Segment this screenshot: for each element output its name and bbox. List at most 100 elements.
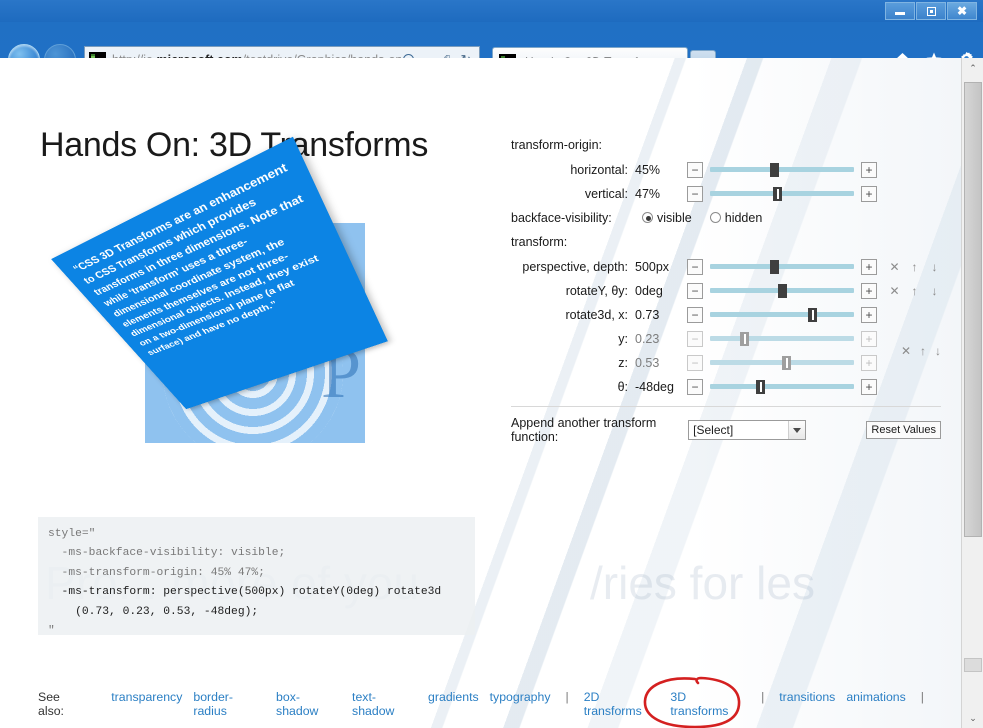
slider-thumb[interactable] — [770, 259, 779, 274]
remove-rotate3d-icon[interactable]: ✕ — [901, 344, 911, 358]
radio-hidden[interactable]: hidden — [709, 210, 763, 225]
move-up-rotate3d-icon[interactable]: ↑ — [920, 344, 926, 358]
chevron-down-icon[interactable] — [788, 421, 806, 439]
increment-rotate3d-theta-button[interactable]: + — [861, 378, 877, 395]
slider-rotate3d-y[interactable] — [710, 331, 854, 347]
slider-rotate3d-x[interactable] — [710, 307, 854, 323]
label-backface-visibility: backface-visibility: — [511, 210, 612, 225]
move-down-rotate3d-icon[interactable]: ↓ — [935, 344, 941, 358]
link-typography[interactable]: typography — [490, 690, 551, 704]
code-line-5: (0.73, 0.23, 0.53, -48deg); — [48, 605, 259, 618]
move-down-perspective-icon[interactable]: ↓ — [929, 261, 940, 273]
minimize-button[interactable] — [885, 2, 915, 20]
decrement-rotate3d-z-button[interactable]: − — [687, 354, 703, 371]
value-rotate3d-y: 0.23 — [635, 331, 660, 346]
slider-thumb[interactable] — [740, 331, 749, 346]
decrement-rotate3d-x-button[interactable]: − — [687, 306, 703, 323]
append-transform-selected-value: [Select] — [693, 423, 734, 437]
slider-track — [710, 191, 854, 196]
code-line-3: -ms-transform-origin: 45% 47%; — [48, 566, 265, 579]
minimize-icon — [895, 12, 905, 15]
increment-vertical-button[interactable]: + — [861, 185, 877, 202]
code-line-4: -ms-transform: perspective(500px) rotate… — [48, 586, 442, 599]
link-2d-transforms[interactable]: 2D transforms — [584, 690, 660, 718]
radio-visible[interactable]: visible — [642, 211, 692, 225]
increment-perspective-button[interactable]: + — [861, 258, 877, 275]
move-up-rotatey-icon[interactable]: ↑ — [909, 285, 920, 297]
window-titlebar: ✖ — [0, 0, 983, 22]
slider-thumb[interactable] — [782, 355, 791, 370]
control-row-perspective: perspective, depth: 500px − + ✕ ↑ ↓ — [511, 255, 941, 278]
slider-thumb[interactable] — [778, 283, 787, 298]
slider-thumb[interactable] — [773, 186, 782, 201]
demo-stage: P 2Original “CSS 3D Transforms are an en… — [51, 136, 388, 443]
control-row-backface-visibility: backface-visibility: visible hidden — [511, 206, 941, 229]
link-3d-transforms[interactable]: 3D transforms — [670, 690, 746, 718]
radio-hidden-label: hidden — [724, 210, 763, 225]
transform-origin-section-label: transform-origin: — [511, 138, 602, 152]
increment-rotatey-button[interactable]: + — [861, 282, 877, 299]
scroll-down-icon[interactable]: ⌄ — [962, 708, 983, 728]
scrollbar-thumb-secondary[interactable] — [964, 658, 982, 672]
control-row-horizontal: horizontal: 45% − + — [511, 158, 941, 181]
restore-icon — [926, 6, 936, 16]
reset-values-button[interactable]: Reset Values — [866, 421, 941, 439]
slider-rotate3d-theta[interactable] — [710, 379, 854, 395]
decrement-perspective-button[interactable]: − — [687, 258, 703, 275]
close-button[interactable]: ✖ — [947, 2, 977, 20]
slider-rotate3d-z[interactable] — [710, 355, 854, 371]
control-row-vertical: vertical: 47% − + — [511, 182, 941, 205]
link-box-shadow[interactable]: box-shadow — [276, 690, 341, 718]
decrement-horizontal-button[interactable]: − — [687, 161, 703, 178]
remove-rotatey-icon[interactable]: ✕ — [889, 285, 900, 297]
link-animations[interactable]: animations — [846, 690, 905, 704]
increment-rotate3d-z-button[interactable]: + — [861, 354, 877, 371]
page-scrollbar[interactable]: ⌃ ⌄ — [961, 58, 983, 728]
browser-window: ✖ ← → http://ie.microsoft.com/testdrive/… — [0, 0, 983, 728]
control-row-rotatey: rotateY, θy: 0deg − + ✕ ↑ ↓ — [511, 279, 941, 302]
control-group-rotate3d: rotate3d, x: 0.73 − + y: 0.23 − + z: 0.5… — [511, 303, 941, 399]
separator: | — [761, 690, 765, 704]
transform-controls-panel: transform-origin: horizontal: 45% − + ve… — [511, 138, 941, 444]
remove-perspective-icon[interactable]: ✕ — [889, 261, 900, 273]
radio-visible-dot-icon — [642, 212, 653, 223]
link-text-shadow[interactable]: text-shadow — [352, 690, 417, 718]
label-rotate3d-x: rotate3d, x: — [565, 307, 628, 322]
control-row-rotate3d-y: y: 0.23 − + — [511, 327, 889, 350]
slider-vertical[interactable] — [710, 186, 854, 202]
page-title: Hands On: 3D Transforms — [40, 126, 429, 164]
generated-css-code-block: style=" -ms-backface-visibility: visible… — [38, 517, 475, 637]
code-line-2: -ms-backface-visibility: visible; — [48, 547, 286, 560]
move-down-rotatey-icon[interactable]: ↓ — [929, 285, 940, 297]
value-vertical: 47% — [635, 186, 661, 201]
value-rotate3d-z: 0.53 — [635, 355, 660, 370]
scrollbar-thumb[interactable] — [964, 82, 982, 537]
move-up-perspective-icon[interactable]: ↑ — [909, 261, 920, 273]
separator: | — [920, 690, 924, 704]
see-also-section: See also: transparency border-radius box… — [38, 690, 928, 728]
decrement-rotatey-button[interactable]: − — [687, 282, 703, 299]
slider-thumb[interactable] — [756, 379, 765, 394]
increment-rotate3d-y-button[interactable]: + — [861, 330, 877, 347]
append-transform-select[interactable]: [Select] — [688, 420, 807, 440]
scroll-up-icon[interactable]: ⌃ — [962, 58, 983, 78]
decrement-vertical-button[interactable]: − — [687, 185, 703, 202]
slider-horizontal[interactable] — [710, 162, 854, 178]
increment-horizontal-button[interactable]: + — [861, 161, 877, 178]
slider-track — [710, 264, 854, 269]
restore-button[interactable] — [916, 2, 946, 20]
decrement-rotate3d-theta-button[interactable]: − — [687, 378, 703, 395]
link-gradients[interactable]: gradients — [428, 690, 479, 704]
link-border-radius[interactable]: border-radius — [193, 690, 265, 718]
transform-section-label: transform: — [511, 235, 568, 249]
slider-perspective[interactable] — [710, 259, 854, 275]
decrement-rotate3d-y-button[interactable]: − — [687, 330, 703, 347]
value-rotatey: 0deg — [635, 283, 663, 298]
slider-thumb[interactable] — [770, 162, 779, 177]
link-transitions[interactable]: transitions — [779, 690, 835, 704]
slider-thumb[interactable] — [808, 307, 817, 322]
slider-rotatey[interactable] — [710, 283, 854, 299]
row-actions-perspective: ✕ ↑ ↓ — [889, 261, 940, 273]
link-transparency[interactable]: transparency — [111, 690, 182, 704]
increment-rotate3d-x-button[interactable]: + — [861, 306, 877, 323]
